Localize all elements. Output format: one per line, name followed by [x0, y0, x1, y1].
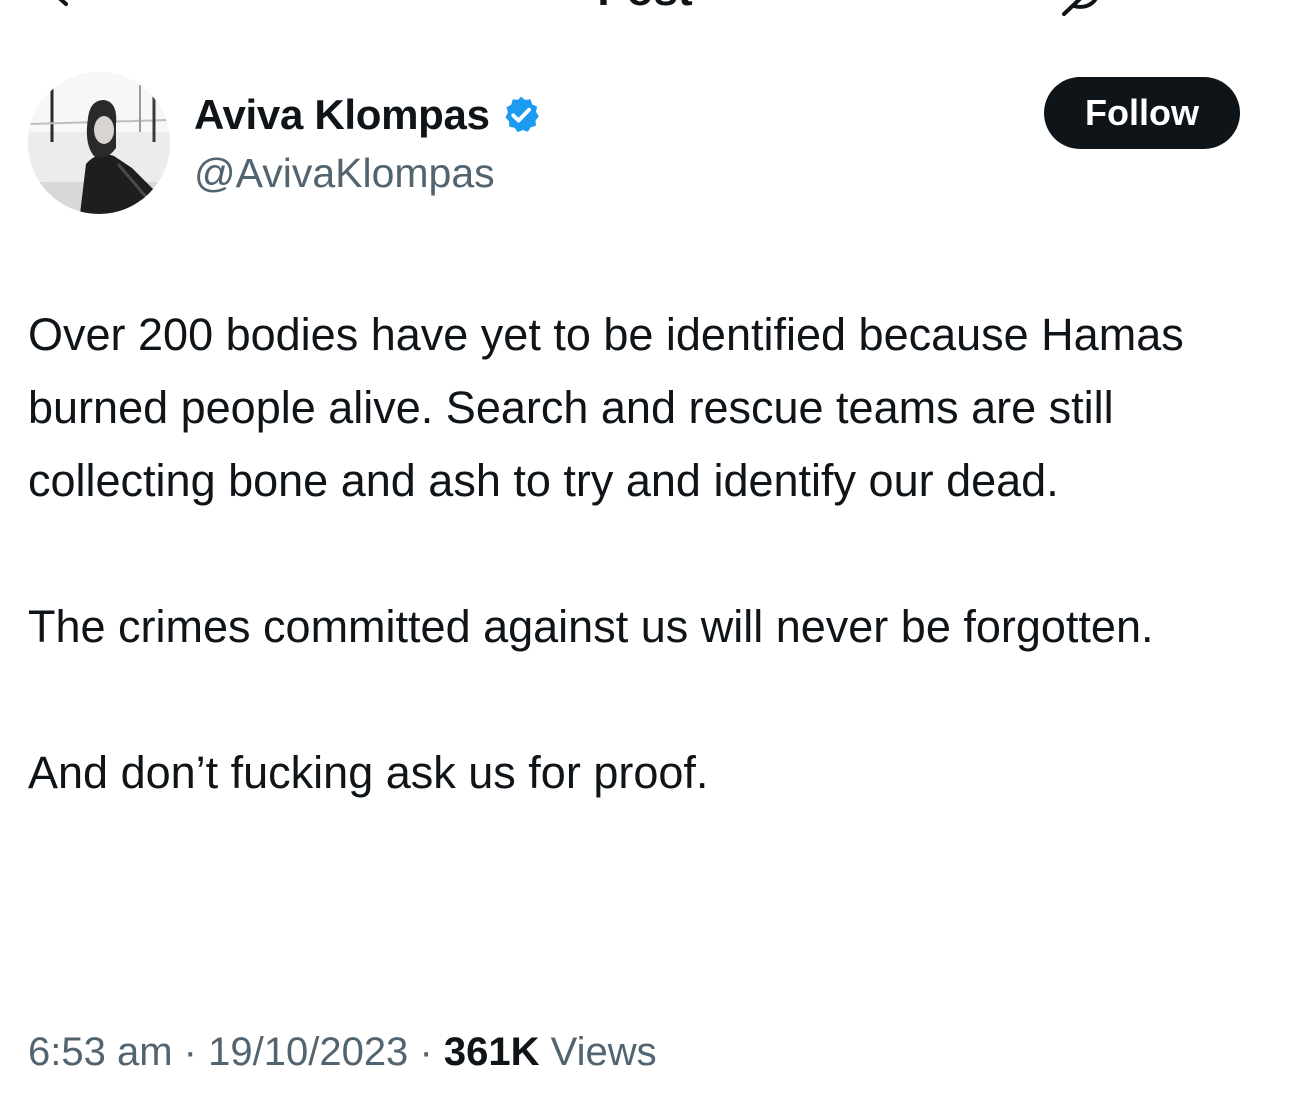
tweet-metadata: 6:53 am · 19/10/2023 · 361K Views — [28, 1030, 657, 1075]
verified-badge-icon[interactable] — [500, 94, 542, 136]
tweet-paragraph: Over 200 bodies have yet to be identifie… — [28, 309, 1184, 506]
tweet-paragraph: And don’t fucking ask us for proof. — [28, 747, 709, 798]
tweet-header: Aviva Klompas @AvivaKlompas Follow — [28, 72, 1240, 217]
separator: · — [419, 1030, 433, 1074]
tweet-body: Over 200 bodies have yet to be identifie… — [28, 298, 1258, 809]
author-handle[interactable]: @AvivaKlompas — [194, 150, 495, 197]
top-navigation-bar: Post — [0, 0, 1290, 20]
author-name-row: Aviva Klompas — [194, 90, 542, 140]
separator: · — [183, 1030, 197, 1074]
avatar[interactable] — [28, 72, 170, 214]
tweet-date[interactable]: 19/10/2023 — [208, 1030, 408, 1074]
author-display-name[interactable]: Aviva Klompas — [194, 91, 490, 139]
tweet-paragraph: The crimes committed against us will nev… — [28, 601, 1154, 652]
views-label: Views — [550, 1030, 657, 1074]
avatar-photo-icon — [28, 72, 170, 214]
tweet-time[interactable]: 6:53 am — [28, 1030, 173, 1074]
views-count[interactable]: 361K — [444, 1030, 540, 1074]
grok-icon[interactable] — [1060, 0, 1104, 16]
follow-button[interactable]: Follow — [1044, 77, 1240, 149]
